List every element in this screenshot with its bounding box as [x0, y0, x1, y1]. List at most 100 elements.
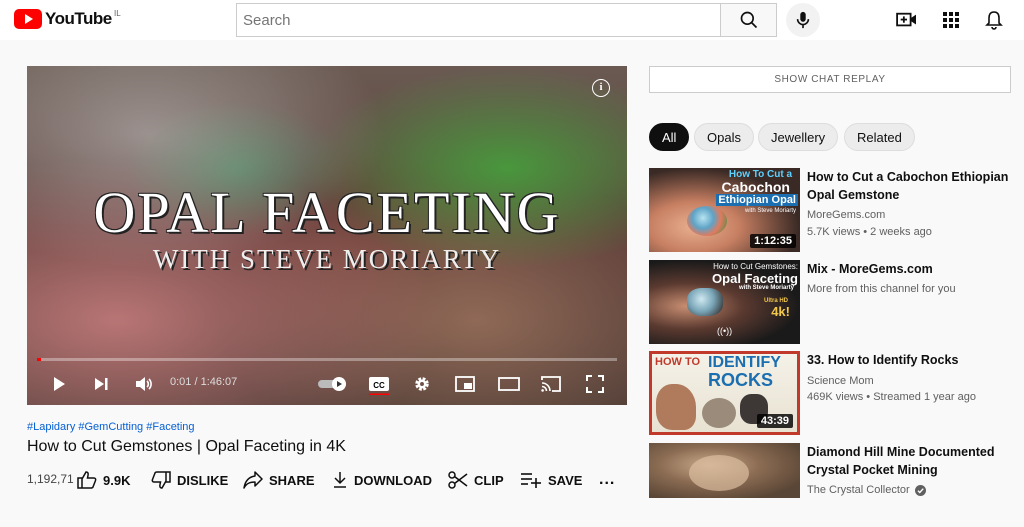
video-meta: 5.7K views • 2 weeks ago: [807, 226, 932, 238]
view-count: 1,192,71: [27, 472, 74, 486]
share-icon: [243, 471, 263, 489]
recommendation-title[interactable]: How to Cut a Cabochon Ethiopian Opal Gem…: [807, 168, 1017, 204]
youtube-logo-icon: [14, 9, 42, 29]
player-controls: 0:01 / 1:46:07 CC: [27, 366, 627, 402]
scissors-icon: [448, 471, 468, 489]
video-actions: 1,192,71 9.9K DISLIKE SHARE DOWNLOAD CLI…: [27, 470, 627, 490]
channel-name[interactable]: MoreGems.com: [807, 209, 885, 221]
create-button[interactable]: [895, 8, 919, 32]
info-icon[interactable]: i: [592, 79, 610, 97]
download-button[interactable]: DOWNLOAD: [332, 470, 432, 490]
thumbnail-text: Cabochon: [721, 179, 790, 195]
video-thumbnail[interactable]: How to Cut Gemstones: Opal Faceting with…: [649, 260, 800, 344]
video-overlay-title: OPAL FACETING: [93, 180, 561, 245]
more-actions-button[interactable]: ...: [599, 470, 615, 490]
settings-button[interactable]: [410, 366, 434, 402]
voice-search-button[interactable]: [786, 3, 820, 37]
thumbnail-text: ROCKS: [708, 370, 774, 390]
thumbnail-text: with Steve Moriarty: [744, 208, 796, 214]
recommendation-item[interactable]: How To Cut a Cabochon Ethiopian Opal wit…: [649, 168, 1019, 252]
video-thumbnail[interactable]: HOW TO IDENTIFY ROCKS 43:39: [649, 351, 800, 435]
fullscreen-icon: [586, 375, 604, 393]
microphone-icon: [796, 11, 810, 29]
like-button[interactable]: 9.9K: [77, 470, 130, 490]
thumbnail-text: HOW TO: [655, 356, 701, 368]
progress-bar-fill: [37, 358, 41, 361]
dislike-button[interactable]: DISLIKE: [151, 470, 228, 490]
clip-label: CLIP: [474, 472, 504, 488]
recommendation-title[interactable]: 33. How to Identify Rocks: [807, 351, 1017, 369]
autoplay-icon: [318, 377, 346, 391]
video-meta: 469K views • Streamed 1 year ago: [807, 391, 976, 403]
clip-button[interactable]: CLIP: [448, 470, 504, 490]
volume-button[interactable]: [129, 366, 159, 402]
thumbnail-text: 4k!: [771, 304, 790, 319]
verified-check-icon: [914, 484, 926, 496]
recommendation-title[interactable]: Diamond Hill Mine Documented Crystal Poc…: [807, 443, 1017, 479]
share-label: SHARE: [269, 472, 315, 488]
cast-icon: [541, 376, 561, 392]
opal-stone-image: [687, 206, 727, 236]
notifications-button[interactable]: [982, 8, 1006, 32]
chip-jewellery[interactable]: Jewellery: [758, 123, 839, 151]
video-thumbnail[interactable]: How To Cut a Cabochon Ethiopian Opal wit…: [649, 168, 800, 252]
next-button[interactable]: [87, 366, 115, 402]
recommendation-title[interactable]: Mix - MoreGems.com: [807, 260, 1017, 278]
rock-image: [702, 398, 736, 428]
hashtags[interactable]: #Lapidary #GemCutting #Faceting: [27, 421, 195, 433]
search-input[interactable]: [236, 3, 721, 37]
bell-icon: [985, 11, 1003, 30]
recommendation-item[interactable]: Diamond Hill Mine Documented Crystal Poc…: [649, 443, 1019, 527]
country-code: IL: [114, 9, 121, 18]
video-duration: 43:39: [756, 414, 793, 428]
channel-row[interactable]: The Crystal Collector: [807, 484, 926, 496]
skip-next-icon: [95, 378, 108, 390]
live-radio-icon: ((•)): [717, 326, 733, 336]
subtitles-button[interactable]: CC: [367, 366, 391, 402]
video-player[interactable]: OPAL FACETING WITH STEVE MORIARTY i 0:01…: [27, 66, 627, 405]
closed-captions-icon: CC: [369, 377, 389, 395]
share-button[interactable]: SHARE: [243, 470, 315, 490]
top-bar: YouTube IL: [0, 0, 1024, 40]
recommendation-item[interactable]: HOW TO IDENTIFY ROCKS 43:39 33. How to I…: [649, 351, 1019, 435]
video-duration: 1:12:35: [750, 234, 796, 248]
video-overlay-subtitle: WITH STEVE MORIARTY: [152, 244, 502, 274]
cast-button[interactable]: [539, 366, 563, 402]
theater-mode-button[interactable]: [497, 366, 521, 402]
svg-text:CC: CC: [373, 381, 385, 390]
playlist-add-icon: [521, 473, 541, 488]
more-horizontal-icon: ...: [599, 471, 616, 488]
rock-image: [656, 384, 696, 430]
progress-bar[interactable]: [37, 358, 617, 361]
play-icon: [54, 377, 65, 391]
play-button[interactable]: [45, 366, 73, 402]
miniplayer-icon: [455, 376, 475, 392]
fullscreen-button[interactable]: [583, 366, 607, 402]
channel-name[interactable]: Science Mom: [807, 375, 874, 387]
thumbnail-text: How to Cut Gemstones:: [713, 262, 798, 271]
channel-name[interactable]: More from this channel for you: [807, 283, 956, 295]
save-button[interactable]: SAVE: [520, 470, 582, 490]
search-button[interactable]: [720, 3, 777, 37]
chip-all[interactable]: All: [649, 123, 690, 151]
thumbnail-text: Ethiopian Opal: [716, 194, 798, 206]
thumbs-up-icon: [77, 471, 97, 489]
youtube-logo[interactable]: YouTube IL: [14, 9, 121, 29]
video-title: How to Cut Gemstones | Opal Faceting in …: [27, 438, 346, 455]
apps-button[interactable]: [939, 8, 963, 32]
logo-text: YouTube: [45, 9, 112, 28]
search-icon: [740, 11, 757, 29]
show-chat-replay-button[interactable]: SHOW CHAT REPLAY: [649, 66, 1011, 93]
time-display: 0:01 / 1:46:07: [170, 376, 238, 388]
recommendation-item[interactable]: How to Cut Gemstones: Opal Faceting with…: [649, 260, 1019, 344]
autoplay-toggle[interactable]: [317, 366, 351, 402]
dislike-label: DISLIKE: [177, 472, 229, 488]
chip-opals[interactable]: Opals: [694, 123, 754, 151]
thumbnail-text: Opal Faceting: [712, 271, 798, 286]
miniplayer-button[interactable]: [453, 366, 477, 402]
apps-grid-icon: [943, 12, 959, 28]
create-video-icon: [896, 12, 916, 27]
video-thumbnail[interactable]: [649, 443, 800, 498]
chip-related[interactable]: Related: [844, 123, 915, 151]
thumbnail-text: with Steve Moriarty: [738, 285, 794, 291]
